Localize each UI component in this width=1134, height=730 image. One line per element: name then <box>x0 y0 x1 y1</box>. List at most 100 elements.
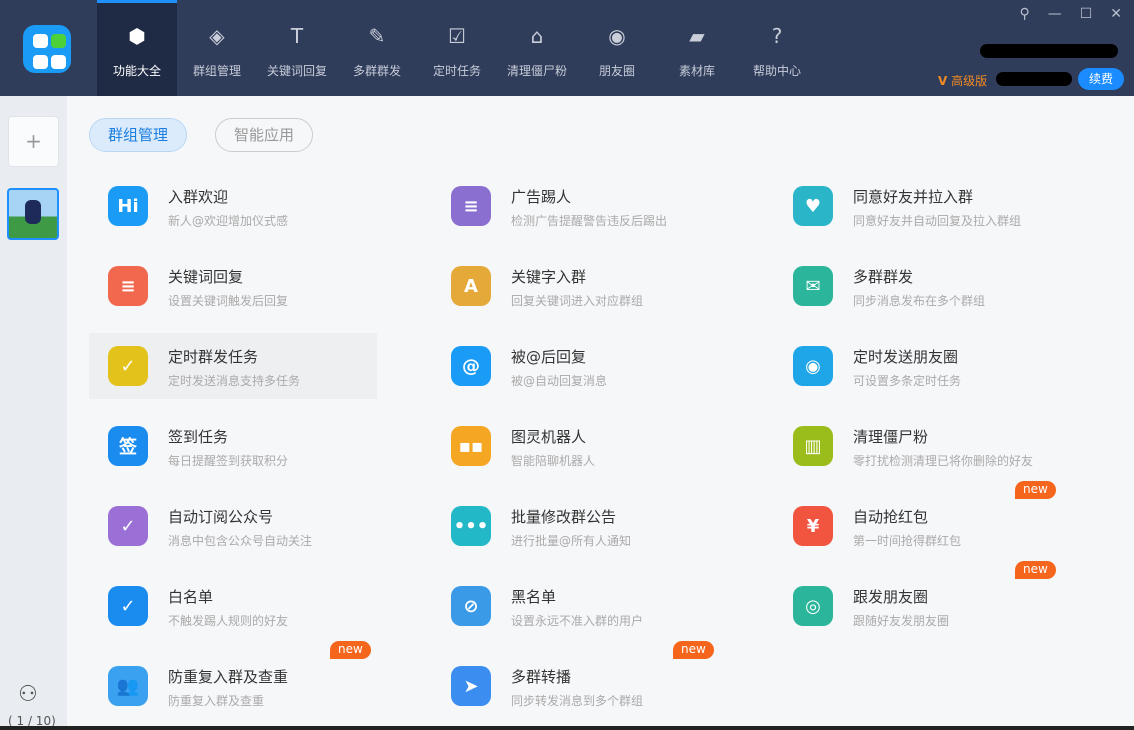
minimize-icon[interactable]: — <box>1048 6 1062 22</box>
new-badge: new <box>673 641 714 659</box>
feature-item[interactable]: @ 被@后回复 被@自动回复消息 <box>432 333 720 399</box>
feature-item[interactable]: A 关键字入群 回复关键词进入对应群组 <box>432 253 720 319</box>
nav-item[interactable]: ⌂清理僵尸粉 <box>497 0 577 96</box>
feature-title: 图灵机器人 <box>511 426 586 447</box>
nav-item[interactable]: ?帮助中心 <box>737 0 817 96</box>
feature-item[interactable]: ¥ 自动抢红包 第一时间抢得群红包new <box>774 493 1062 559</box>
nav-item[interactable]: ▰素材库 <box>657 0 737 96</box>
feature-title: 签到任务 <box>168 426 228 447</box>
feature-item[interactable]: ➤ 多群转播 同步转发消息到多个群组new <box>432 653 720 719</box>
feature-item[interactable]: Hi 入群欢迎 新人@欢迎增加仪式感 <box>89 173 377 239</box>
badge-check-icon: ✓ <box>108 506 148 546</box>
feature-item[interactable]: 👥 防重复入群及查重 防重复入群及查重new <box>89 653 377 719</box>
calendar-check-icon: ✓ <box>108 346 148 386</box>
main-nav: ⬢功能大全 ◈ 群组管理 T 关键词回复 ✎多群群发☑定时任务⌂清理僵尸粉◉朋友圈▰素材库… <box>97 0 817 96</box>
feature-item[interactable]: ≡ 关键词回复 设置关键词触发后回复 <box>89 253 377 319</box>
feature-item[interactable]: ≡ 广告踢人 检测广告提醒警告违反后踢出 <box>432 173 720 239</box>
nav-item[interactable]: ⬢功能大全 <box>97 0 177 96</box>
send-icon: ➤ <box>451 666 491 706</box>
feature-title: 关键词回复 <box>168 266 243 287</box>
feature-item[interactable]: ♥ 同意好友并拉入群 同意好友并自动回复及拉入群组 <box>774 173 1062 239</box>
users-icon[interactable]: ⚇ <box>18 682 38 707</box>
vip-icon: V <box>938 74 947 88</box>
account-avatar[interactable] <box>7 188 59 240</box>
feature-title: 黑名单 <box>511 586 556 607</box>
folder-icon: ▰ <box>683 22 711 50</box>
nav-item[interactable]: ✎多群群发 <box>337 0 417 96</box>
feature-title: 跟发朋友圈 <box>853 586 928 607</box>
app-logo <box>23 25 71 73</box>
new-badge: new <box>330 641 371 659</box>
feature-desc: 消息中包含公众号自动关注 <box>168 532 312 549</box>
feature-title: 清理僵尸粉 <box>853 426 928 447</box>
renew-button[interactable]: 续费 <box>1078 68 1124 90</box>
feature-item[interactable]: ✓ 定时群发任务 定时发送消息支持多任务 <box>89 333 377 399</box>
feature-title: 多群转播 <box>511 666 571 687</box>
feature-item[interactable]: ▪▪ 图灵机器人 智能陪聊机器人 <box>432 413 720 479</box>
feature-desc: 每日提醒签到获取积分 <box>168 452 288 469</box>
clipboard-check-icon: ☑ <box>443 22 471 50</box>
tab-smart-apps[interactable]: 智能应用 <box>215 118 313 152</box>
nav-item[interactable]: ☑定时任务 <box>417 0 497 96</box>
tab-group-management[interactable]: 群组管理 <box>89 118 187 152</box>
feature-desc: 被@自动回复消息 <box>511 372 607 389</box>
user-check-icon: ✓ <box>108 586 148 626</box>
feature-item[interactable]: ✓ 白名单 不触发踢人规则的好友 <box>89 573 377 639</box>
aperture-icon: ◉ <box>603 22 631 50</box>
maximize-icon[interactable]: ☐ <box>1080 6 1093 22</box>
feature-desc: 新人@欢迎增加仪式感 <box>168 212 288 229</box>
broom-icon: ⌂ <box>523 22 551 50</box>
feature-desc: 同步转发消息到多个群组 <box>511 692 643 709</box>
feature-title: 多群群发 <box>853 266 913 287</box>
feature-title: 定时群发任务 <box>168 346 258 367</box>
feature-item[interactable]: 签 签到任务 每日提醒签到获取积分 <box>89 413 377 479</box>
nav-item[interactable]: T 关键词回复 <box>257 0 337 96</box>
feature-item[interactable]: ▥ 清理僵尸粉 零打扰检测清理已将你删除的好友 <box>774 413 1062 479</box>
announcement-icon: ••• <box>451 506 491 546</box>
letter-a-icon: A <box>451 266 491 306</box>
shield-icon: ≡ <box>451 186 491 226</box>
help-icon: ? <box>763 22 791 50</box>
window-controls: ⚲ — ☐ ✕ <box>1019 6 1122 22</box>
feature-item[interactable]: ◉ 定时发送朋友圈 可设置多条定时任务 <box>774 333 1062 399</box>
feature-item[interactable]: ⊘ 黑名单 设置永远不准入群的用户 <box>432 573 720 639</box>
text-icon: T <box>283 22 311 50</box>
category-tabs: 群组管理 智能应用 <box>89 118 313 152</box>
aperture-icon: ◉ <box>793 346 833 386</box>
redacted-expiry <box>996 72 1072 86</box>
bottom-edge <box>0 726 1134 730</box>
new-badge: new <box>1015 561 1056 579</box>
at-icon: @ <box>451 346 491 386</box>
nav-label: 关键词回复 <box>267 62 327 79</box>
close-icon[interactable]: ✕ <box>1110 6 1122 22</box>
vip-text: 高级版 <box>951 74 987 88</box>
feature-item[interactable]: ✉ 多群群发 同步消息发布在多个群组 <box>774 253 1062 319</box>
feature-item[interactable]: ◎ 跟发朋友圈 跟随好友发朋友圈new <box>774 573 1062 639</box>
nav-label: 群组管理 <box>193 62 241 79</box>
robot-icon: ▪▪ <box>451 426 491 466</box>
feature-item[interactable]: ✓ 自动订阅公众号 消息中包含公众号自动关注 <box>89 493 377 559</box>
feature-title: 同意好友并拉入群 <box>853 186 973 207</box>
feature-title: 白名单 <box>168 586 213 607</box>
add-account-button[interactable]: + <box>8 116 59 167</box>
feature-desc: 不触发踢人规则的好友 <box>168 612 288 629</box>
feature-title: 自动抢红包 <box>853 506 928 527</box>
feature-item[interactable]: ••• 批量修改群公告 进行批量@所有人通知 <box>432 493 720 559</box>
nav-item[interactable]: ◈ 群组管理 <box>177 0 257 96</box>
pin-icon[interactable]: ⚲ <box>1019 6 1029 22</box>
edit-share-icon: ✎ <box>363 22 391 50</box>
feature-desc: 进行批量@所有人通知 <box>511 532 631 549</box>
feature-desc: 检测广告提醒警告违反后踢出 <box>511 212 667 229</box>
feature-title: 防重复入群及查重 <box>168 666 288 687</box>
layers-icon: ◈ <box>203 22 231 50</box>
sidebar: + ⚇ ( 1 / 10) <box>0 96 67 730</box>
user-block-icon: ⊘ <box>451 586 491 626</box>
mail-upload-icon: ✉ <box>793 266 833 306</box>
top-bar: ⬢功能大全 ◈ 群组管理 T 关键词回复 ✎多群群发☑定时任务⌂清理僵尸粉◉朋友圈▰素材库… <box>0 0 1134 96</box>
target-aperture-icon: ◎ <box>793 586 833 626</box>
nav-item[interactable]: ◉朋友圈 <box>577 0 657 96</box>
sign-in-icon: 签 <box>108 426 148 466</box>
feature-title: 批量修改群公告 <box>511 506 616 527</box>
feature-desc: 同步消息发布在多个群组 <box>853 292 985 309</box>
feature-desc: 跟随好友发朋友圈 <box>853 612 949 629</box>
